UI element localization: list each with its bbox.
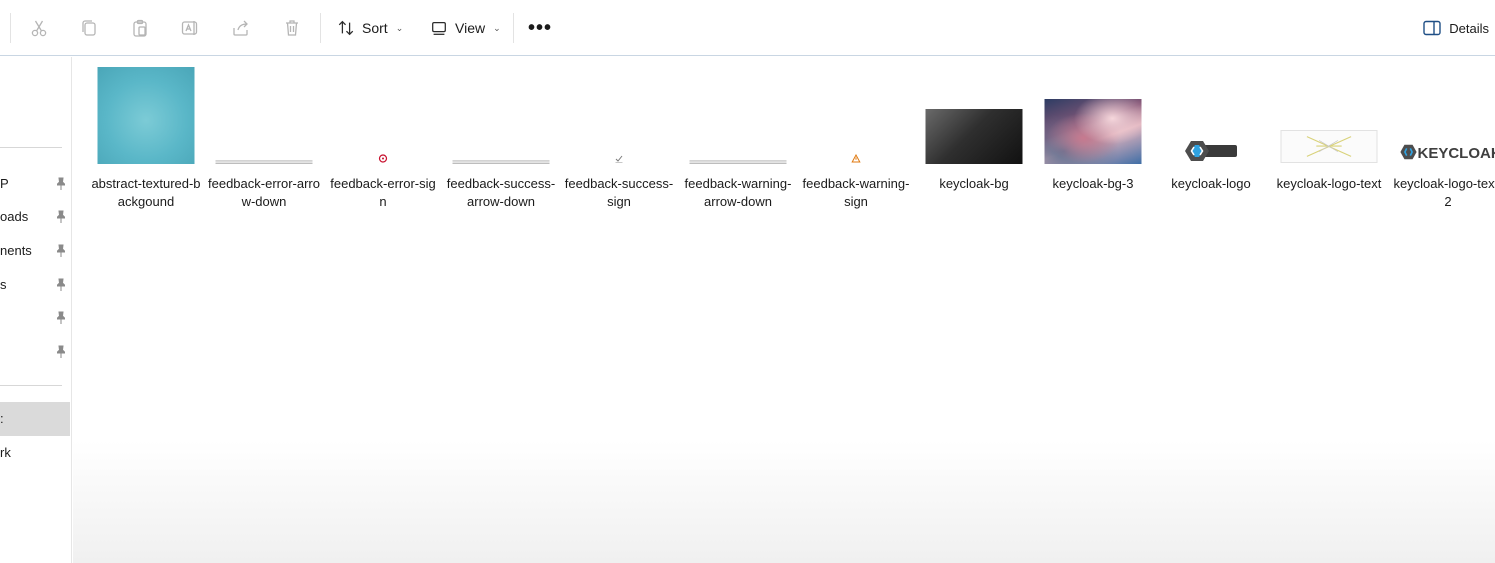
- keycloak-logo-icon: [1400, 144, 1417, 160]
- navigation-pane: P oads nents s : rk: [0, 57, 72, 563]
- copy-icon[interactable]: [75, 14, 103, 42]
- file-item[interactable]: feedback-success-arrow-down: [445, 65, 557, 215]
- pin-icon: [57, 244, 65, 257]
- file-name: feedback-warning-sign: [802, 176, 910, 209]
- pin-icon: [57, 177, 65, 190]
- file-name: feedback-success-sign: [564, 176, 674, 209]
- pin-icon: [57, 345, 65, 358]
- file-name: feedback-warning-arrow-down: [684, 176, 792, 209]
- sidebar-item-label: s: [0, 277, 7, 292]
- success-sign-icon: [615, 154, 624, 163]
- sidebar-divider: [0, 385, 62, 386]
- file-name: keycloak-logo-text-2: [1393, 176, 1495, 209]
- share-icon[interactable]: [227, 14, 255, 42]
- toolbar-divider: [513, 13, 514, 43]
- file-name: feedback-error-arrow-down: [208, 176, 320, 209]
- delete-icon[interactable]: [278, 14, 306, 42]
- more-options-button[interactable]: •••: [526, 12, 554, 44]
- file-thumbnail: [97, 67, 195, 164]
- file-item[interactable]: KEYCLOAK keycloak-logo-text-2: [1392, 65, 1495, 215]
- sidebar-item-network[interactable]: rk: [0, 438, 70, 468]
- file-name: feedback-success-arrow-down: [446, 176, 556, 209]
- file-thumbnail: [925, 109, 1023, 164]
- file-item[interactable]: feedback-error-arrow-down: [208, 65, 320, 215]
- sidebar-item-this-pc[interactable]: :: [0, 402, 70, 436]
- file-thumbnail: [1280, 130, 1378, 163]
- sidebar-item-videos[interactable]: [0, 337, 70, 367]
- file-thumbnail: [452, 160, 550, 164]
- pin-icon: [57, 278, 65, 291]
- sidebar-item-pictures[interactable]: s: [0, 270, 70, 300]
- logo-overlay-text: KEYCLOAK: [1417, 145, 1495, 162]
- sidebar-item-label: nents: [0, 243, 32, 258]
- file-thumbnail: [215, 160, 313, 164]
- cut-icon[interactable]: [25, 14, 53, 42]
- sidebar-item-downloads[interactable]: oads: [0, 202, 70, 232]
- sidebar-item-documents[interactable]: nents: [0, 236, 70, 266]
- file-item[interactable]: abstract-textured-backgound: [90, 65, 202, 215]
- file-name: keycloak-logo-text: [1276, 176, 1382, 191]
- sidebar-item-label: :: [0, 411, 4, 426]
- view-button[interactable]: View ⌄: [430, 12, 501, 44]
- file-name: keycloak-bg-3: [1052, 176, 1134, 191]
- sidebar-divider: [0, 147, 62, 148]
- keycloak-logo-icon: [1185, 141, 1237, 161]
- sidebar-item-label: rk: [0, 445, 11, 460]
- file-item[interactable]: feedback-warning-arrow-down: [682, 65, 794, 215]
- chevron-down-icon: ⌄: [493, 22, 501, 33]
- file-item[interactable]: keycloak-bg: [918, 65, 1030, 215]
- sidebar-item-label: oads: [0, 209, 29, 224]
- file-item[interactable]: keycloak-logo-text: [1273, 65, 1385, 215]
- file-item[interactable]: keycloak-logo: [1155, 65, 1267, 215]
- file-item[interactable]: keycloak-bg-3: [1037, 65, 1149, 215]
- view-label: View: [455, 20, 486, 36]
- warning-sign-icon: [851, 153, 861, 163]
- rename-icon[interactable]: [176, 14, 204, 42]
- details-label: Details: [1449, 20, 1489, 36]
- sort-label: Sort: [362, 20, 388, 36]
- command-bar: Sort ⌄ View ⌄ ••• Details: [0, 0, 1495, 56]
- pin-icon: [57, 210, 65, 223]
- file-name: keycloak-logo: [1171, 176, 1251, 191]
- file-thumbnail: KEYCLOAK: [1399, 143, 1495, 163]
- details-pane-icon: [1423, 20, 1441, 36]
- file-thumbnail: [689, 160, 787, 164]
- file-name: keycloak-bg: [939, 176, 1009, 191]
- file-item[interactable]: feedback-success-sign: [563, 65, 675, 215]
- file-name: abstract-textured-backgound: [91, 176, 201, 209]
- toolbar-divider: [320, 13, 321, 43]
- sort-icon: [338, 20, 354, 36]
- details-pane-button[interactable]: Details: [1423, 12, 1489, 44]
- sidebar-item-music[interactable]: [0, 303, 70, 333]
- error-sign-icon: [378, 154, 388, 163]
- file-item[interactable]: feedback-error-sign: [327, 65, 439, 215]
- sort-button[interactable]: Sort ⌄: [337, 12, 403, 44]
- file-thumbnail: [1044, 99, 1142, 164]
- paste-icon[interactable]: [126, 14, 154, 42]
- toolbar-divider: [10, 13, 11, 43]
- view-icon: [432, 21, 446, 35]
- chevron-down-icon: ⌄: [395, 22, 404, 33]
- sidebar-item-label: P: [0, 176, 9, 191]
- pin-icon: [57, 311, 65, 324]
- file-list-area: abstract-textured-backgound feedback-err…: [73, 57, 1495, 563]
- file-name: feedback-error-sign: [330, 176, 436, 209]
- sidebar-item-desktop[interactable]: P: [0, 169, 70, 199]
- file-item[interactable]: feedback-warning-sign: [800, 65, 912, 215]
